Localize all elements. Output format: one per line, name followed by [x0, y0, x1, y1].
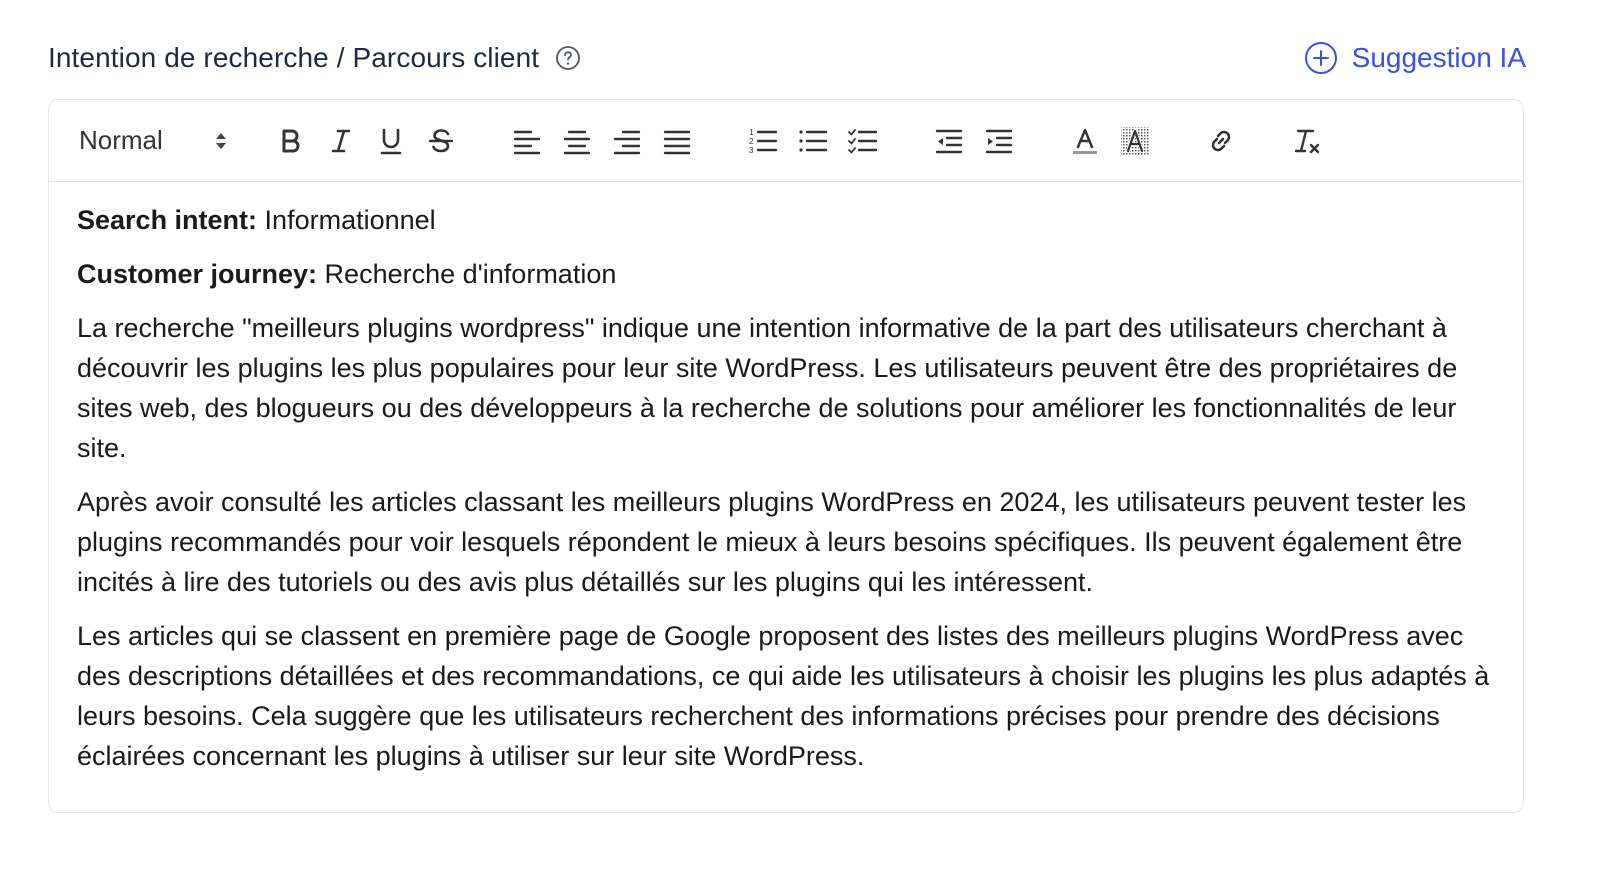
indent-button[interactable] [981, 121, 1017, 161]
customer-journey-value: Recherche d'information [317, 259, 617, 289]
format-select-value: Normal [79, 125, 163, 155]
ai-suggestion-label: Suggestion IA [1351, 42, 1526, 73]
align-right-button[interactable] [609, 121, 645, 161]
customer-journey-label: Customer journey: [77, 259, 318, 289]
clear-format-button[interactable] [1289, 121, 1325, 161]
paragraph: La recherche "meilleurs plugins wordpres… [77, 313, 1458, 463]
outdent-button[interactable] [931, 121, 967, 161]
ai-suggestion-button[interactable]: Suggestion IA [1304, 41, 1526, 75]
field-title-group: Intention de recherche / Parcours client [48, 42, 581, 74]
link-icon [1211, 130, 1231, 151]
background-color-button[interactable] [1117, 121, 1153, 161]
ordered-list-button[interactable]: 1 2 3 [745, 121, 781, 161]
customer-journey-line: Customer journey: Recherche d'informatio… [77, 254, 1495, 294]
help-icon[interactable] [555, 45, 581, 71]
align-right-icon [613, 130, 641, 154]
search-intent-line: Search intent: Informationnel [77, 200, 1495, 240]
outdent-icon [935, 129, 963, 153]
svg-text:2: 2 [749, 137, 754, 146]
underline-button[interactable] [373, 121, 409, 161]
align-left-icon [513, 130, 541, 154]
align-center-icon [563, 130, 591, 154]
field-header: Intention de recherche / Parcours client… [48, 36, 1526, 80]
align-left-button[interactable] [509, 121, 545, 161]
align-justify-button[interactable] [659, 121, 695, 161]
italic-icon [331, 129, 351, 152]
link-button[interactable] [1203, 121, 1239, 161]
indent-icon [985, 129, 1013, 153]
strikethrough-button[interactable] [423, 121, 459, 161]
select-arrows-icon [216, 132, 226, 149]
highlight-icon [1121, 126, 1149, 155]
search-intent-value: Informationnel [257, 205, 436, 235]
format-select[interactable]: Normal [79, 125, 229, 156]
italic-button[interactable] [323, 121, 359, 161]
paragraph: Après avoir consulté les articles classa… [77, 487, 1467, 597]
svg-text:3: 3 [749, 146, 754, 155]
bullet-list-icon [799, 129, 828, 152]
editor-content[interactable]: Search intent: Informationnel Customer j… [49, 182, 1523, 776]
clear-format-icon [1294, 129, 1320, 153]
bullet-list-button[interactable] [795, 121, 831, 161]
paragraph: Les articles qui se classent en première… [77, 621, 1490, 771]
rich-text-editor: Normal 1 2 3 Search intent: Informationn… [48, 99, 1524, 813]
strikethrough-icon [428, 128, 454, 152]
plus-circle-icon [1304, 42, 1337, 74]
text-color-button[interactable] [1067, 121, 1103, 161]
check-list-button[interactable] [845, 121, 881, 161]
editor-toolbar: Normal 1 2 3 [49, 100, 1523, 182]
ordered-list-icon: 1 2 3 [749, 128, 778, 155]
bold-icon [282, 129, 300, 152]
align-center-button[interactable] [559, 121, 595, 161]
search-intent-label: Search intent: [77, 205, 258, 235]
underline-icon [380, 128, 402, 154]
text-color-icon [1073, 128, 1097, 154]
align-justify-icon [663, 130, 691, 154]
bold-button[interactable] [273, 121, 309, 161]
field-title: Intention de recherche / Parcours client [48, 42, 540, 73]
svg-text:1: 1 [749, 128, 754, 137]
check-list-icon [848, 128, 878, 153]
